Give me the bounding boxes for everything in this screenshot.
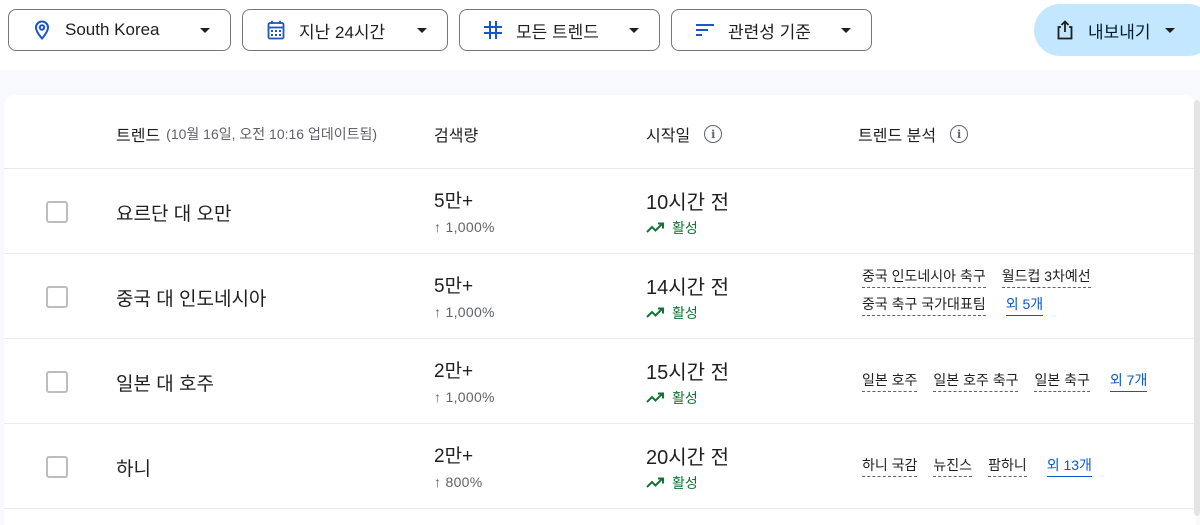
search-volume: 5만+ bbox=[434, 276, 474, 297]
status-badge: 활성 bbox=[646, 388, 698, 408]
trending-up-icon bbox=[646, 392, 664, 403]
status-badge: 활성 bbox=[646, 218, 698, 238]
started-time: 14시간 전 bbox=[646, 277, 730, 299]
trending-up-icon bbox=[646, 477, 664, 488]
trends-table: 트렌드 (10월 16일, 오전 10:16 업데이트됨) 검색량 시작일 i … bbox=[4, 95, 1196, 525]
header-volume-label: 검색량 bbox=[434, 128, 479, 145]
status-badge: 활성 bbox=[646, 473, 698, 493]
share-export-icon bbox=[1054, 19, 1076, 41]
trend-breakdown: 중국 인도네시아 축구 월드컵 3차예선중국 축구 국가대표팀 외 5개 bbox=[862, 268, 1122, 316]
chevron-down-icon bbox=[1164, 27, 1175, 33]
table-row[interactable]: 일본 대 호주 2만+ ↑ 1,000% 15시간 전 활성 일본 호주 일본 호… bbox=[4, 339, 1196, 424]
table-row[interactable]: 요르단 대 오만 5만+ ↑ 1,000% 10시간 전 활성 bbox=[4, 169, 1196, 254]
status-label: 활성 bbox=[672, 305, 698, 321]
trending-up-icon bbox=[646, 222, 664, 233]
header-breakdown-label: 트렌드 분석 bbox=[858, 128, 937, 145]
sort-icon bbox=[694, 19, 716, 41]
calendar-icon bbox=[265, 19, 287, 41]
header-trend: 트렌드 (10월 16일, 오전 10:16 업데이트됨) bbox=[116, 122, 377, 146]
time-range-label: 지난 24시간 bbox=[299, 22, 386, 42]
info-icon[interactable]: i bbox=[704, 125, 723, 143]
more-queries-link[interactable]: 외 5개 bbox=[1005, 296, 1044, 316]
volume-change-percent: ↑ 1,000% bbox=[434, 389, 495, 405]
row-checkbox[interactable] bbox=[46, 201, 68, 223]
status-label: 활성 bbox=[672, 475, 698, 491]
status-label: 활성 bbox=[672, 390, 698, 406]
category-filter-dropdown[interactable]: 모든 트렌드 bbox=[459, 9, 660, 51]
sort-dropdown[interactable]: 관련성 기준 bbox=[671, 9, 872, 51]
header-started[interactable]: 시작일 i bbox=[646, 122, 723, 146]
started-time: 10시간 전 bbox=[646, 192, 730, 214]
started-time: 20시간 전 bbox=[646, 447, 730, 469]
related-query-link[interactable]: 뉴진스 bbox=[933, 457, 973, 477]
started-time: 15시간 전 bbox=[646, 362, 730, 384]
related-query-link[interactable]: 일본 축구 bbox=[1034, 372, 1090, 392]
chevron-down-icon bbox=[200, 27, 210, 33]
time-range-dropdown[interactable]: 지난 24시간 bbox=[242, 9, 448, 51]
export-label: 내보내기 bbox=[1088, 22, 1151, 42]
search-volume: 2만+ bbox=[434, 361, 474, 382]
related-query-link[interactable]: 일본 호주 bbox=[862, 372, 918, 392]
status-badge: 활성 bbox=[646, 303, 698, 323]
trend-name[interactable]: 일본 대 호주 bbox=[116, 369, 214, 396]
hashtag-icon bbox=[482, 19, 504, 41]
related-query-link[interactable]: 일본 호주 축구 bbox=[933, 372, 1019, 392]
related-query-link[interactable]: 중국 인도네시아 축구 bbox=[862, 268, 986, 288]
location-filter-dropdown[interactable]: South Korea bbox=[8, 9, 231, 51]
chevron-down-icon bbox=[841, 27, 851, 33]
chevron-down-icon bbox=[629, 27, 639, 33]
volume-change-percent: ↑ 800% bbox=[434, 474, 483, 490]
related-query-link[interactable]: 하니 국감 bbox=[862, 457, 918, 477]
volume-change-percent: ↑ 1,000% bbox=[434, 219, 495, 235]
trending-up-icon bbox=[646, 307, 664, 318]
row-checkbox[interactable] bbox=[46, 371, 68, 393]
search-volume: 5만+ bbox=[434, 191, 474, 212]
vertical-scrollbar[interactable] bbox=[1194, 100, 1200, 516]
row-checkbox[interactable] bbox=[46, 456, 68, 478]
location-pin-icon bbox=[31, 19, 53, 41]
table-row[interactable]: 중국 대 인도네시아 5만+ ↑ 1,000% 14시간 전 활성 중국 인도네… bbox=[4, 254, 1196, 339]
more-queries-link[interactable]: 외 13개 bbox=[1046, 457, 1092, 477]
trend-name[interactable]: 중국 대 인도네시아 bbox=[116, 284, 266, 311]
chevron-down-icon bbox=[417, 27, 427, 33]
trend-name[interactable]: 요르단 대 오만 bbox=[116, 199, 231, 226]
table-row[interactable]: 하니 2만+ ↑ 800% 20시간 전 활성 하니 국감 뉴진스 팜하니 외 13개 bbox=[4, 424, 1196, 509]
status-label: 활성 bbox=[672, 220, 698, 236]
trend-breakdown: 하니 국감 뉴진스 팜하니 외 13개 bbox=[862, 457, 1182, 477]
export-button[interactable]: 내보내기 bbox=[1034, 4, 1200, 56]
category-filter-label: 모든 트렌드 bbox=[516, 22, 599, 42]
info-icon[interactable]: i bbox=[950, 125, 969, 143]
header-started-label: 시작일 bbox=[646, 128, 691, 145]
trend-breakdown: 일본 호주 일본 호주 축구 일본 축구 외 7개 bbox=[862, 372, 1182, 392]
header-trend-label: 트렌드 bbox=[116, 128, 161, 145]
more-queries-link[interactable]: 외 7개 bbox=[1109, 372, 1148, 392]
related-query-link[interactable]: 월드컵 3차예선 bbox=[1001, 268, 1091, 288]
search-volume: 2만+ bbox=[434, 446, 474, 467]
related-query-link[interactable]: 팜하니 bbox=[988, 457, 1027, 477]
header-trend-updated: (10월 16일, 오전 10:16 업데이트됨) bbox=[166, 126, 378, 142]
sort-label: 관련성 기준 bbox=[728, 22, 811, 42]
header-volume[interactable]: 검색량 bbox=[434, 122, 478, 146]
trend-name[interactable]: 하니 bbox=[116, 454, 151, 481]
filter-toolbar: South Korea 지난 24시간 모든 트렌드 관련성 기준 내보내기 bbox=[0, 0, 1200, 70]
related-query-link[interactable]: 중국 축구 국가대표팀 bbox=[862, 296, 986, 316]
location-filter-label: South Korea bbox=[65, 20, 160, 39]
row-checkbox[interactable] bbox=[46, 286, 68, 308]
header-breakdown: 트렌드 분석 i bbox=[858, 122, 969, 146]
table-header: 트렌드 (10월 16일, 오전 10:16 업데이트됨) 검색량 시작일 i … bbox=[4, 95, 1196, 169]
volume-change-percent: ↑ 1,000% bbox=[434, 304, 495, 320]
